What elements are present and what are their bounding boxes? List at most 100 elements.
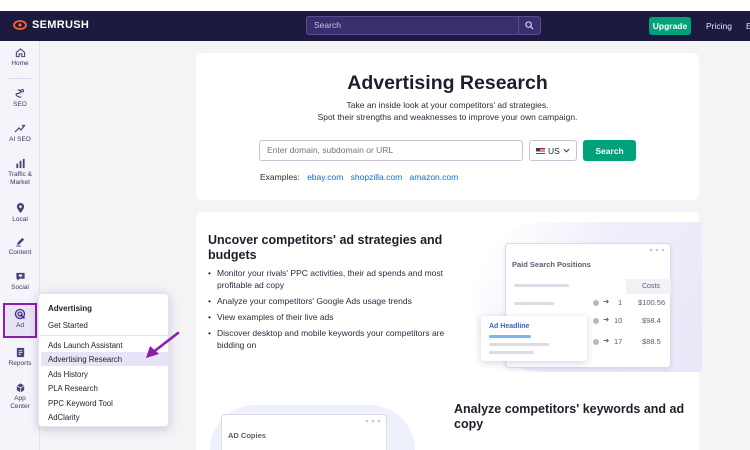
rank-arrow: ➜	[603, 315, 610, 324]
global-search-placeholder: Search	[314, 20, 341, 30]
rank-arrow: ➜	[603, 297, 610, 306]
flyout-item-ppc-keyword-tool[interactable]: PPC Keyword Tool	[41, 396, 168, 410]
window-dots-icon	[365, 419, 381, 423]
domain-input[interactable]	[267, 145, 517, 155]
sidebar-item-social[interactable]: Social	[0, 271, 40, 292]
example-link-ebay[interactable]: ebay.com	[307, 172, 343, 182]
app-center-icon	[16, 383, 24, 393]
sidebar-item-ad[interactable]: Ad	[0, 308, 40, 330]
feature-bullet-list: Monitor your rivals' PPC activities, the…	[208, 267, 458, 355]
placeholder-bar	[514, 302, 554, 305]
brand-logo[interactable]: SEMRUSH	[12, 19, 89, 31]
sidebar-item-label: AI SEO	[9, 136, 31, 143]
location-pin-icon	[16, 202, 24, 214]
page-title: Advertising Research	[347, 72, 548, 94]
bar-chart-icon	[15, 158, 25, 169]
cost-value: $100.56	[638, 298, 666, 307]
window-dots-icon	[649, 248, 665, 252]
seo-icon	[14, 88, 24, 98]
ai-sparkle-icon	[14, 124, 26, 133]
example-link-shopzilla[interactable]: shopzilla.com	[351, 172, 403, 182]
section-heading-strategies: Uncover competitors' ad strategies and b…	[208, 233, 443, 262]
sidebar-item-traffic-market[interactable]: Traffic & Market	[0, 158, 40, 187]
sidebar-item-label: Reports	[8, 360, 32, 367]
illustration-panel-title: Paid Search Positions	[512, 260, 591, 269]
flyout-item-adclarity[interactable]: AdClarity	[41, 410, 168, 424]
sidebar-item-label: App	[14, 395, 26, 402]
sidebar-item-label-line2: Market	[10, 179, 30, 186]
list-item: Discover desktop and mobile keywords you…	[208, 327, 458, 351]
sidebar-item-label: Traffic &	[8, 171, 32, 178]
cost-value: $88.5	[642, 337, 661, 346]
global-search-button[interactable]	[518, 17, 540, 34]
ad-copies-illustration: AD Copies	[221, 414, 387, 450]
target-cursor-icon	[14, 308, 26, 320]
sidebar-item-home[interactable]: Home	[0, 47, 40, 68]
sidebar-item-reports[interactable]: Reports	[0, 347, 40, 368]
rank-arrow: ➜	[603, 336, 610, 345]
placeholder-bar	[489, 343, 549, 346]
pen-icon	[15, 237, 24, 247]
pricing-link[interactable]: Pricing	[706, 21, 732, 31]
sidebar-item-content[interactable]: Content	[0, 236, 40, 257]
examples-label: Examples:	[260, 172, 300, 182]
advertising-flyout-menu: Advertising Get Started Ads Launch Assis…	[38, 293, 169, 427]
list-item: Analyze your competitors' Google Ads usa…	[208, 295, 458, 307]
rank-value: 10	[614, 316, 623, 325]
country-select[interactable]: US	[529, 140, 577, 161]
sidebar-divider	[9, 78, 31, 79]
semrush-flame-icon	[13, 20, 27, 30]
rank-value: 1	[618, 298, 623, 307]
sidebar-item-label-line2: Center	[10, 403, 30, 410]
top-navigation-bar: SEMRUSH Search Upgrade Pricing E	[0, 11, 750, 41]
rank-dot	[593, 339, 599, 345]
list-item: Monitor your rivals' PPC activities, the…	[208, 267, 458, 291]
domain-input-field[interactable]	[259, 140, 523, 161]
list-item: View examples of their live ads	[208, 311, 458, 323]
search-button[interactable]: Search	[583, 140, 636, 161]
costs-column-header: Costs	[626, 279, 671, 294]
ad-copies-title: AD Copies	[228, 431, 266, 440]
country-select-value: US	[548, 145, 560, 156]
global-search[interactable]: Search	[306, 16, 541, 35]
heart-chat-icon	[15, 272, 25, 281]
sidebar-item-label: SEO	[13, 101, 27, 108]
sidebar-item-label: Home	[11, 60, 29, 67]
sidebar-item-seo[interactable]: SEO	[0, 88, 40, 109]
sidebar-item-label: Social	[11, 284, 29, 291]
cost-value: $98.4	[642, 316, 661, 325]
pointer-arrow-icon	[146, 331, 180, 358]
examples-line: Examples: ebay.com shopzilla.com amazon.…	[260, 172, 458, 182]
sidebar-item-app-center[interactable]: App Center	[0, 382, 40, 411]
rank-dot	[593, 318, 599, 324]
upgrade-button[interactable]: Upgrade	[649, 17, 691, 35]
rank-dot	[593, 300, 599, 306]
placeholder-bar	[514, 284, 569, 287]
home-icon	[15, 48, 25, 58]
placeholder-bar	[489, 335, 531, 338]
section-heading-keywords: Analyze competitors' keywords and ad cop…	[454, 402, 685, 431]
sidebar-item-local[interactable]: Local	[0, 202, 40, 224]
page-subtitle-line1: Take an inside look at your competitors'…	[346, 100, 549, 110]
placeholder-bar	[489, 351, 534, 354]
search-icon	[525, 21, 534, 30]
sidebar: Home SEO AI SEO Traffic & Market Local C…	[0, 41, 40, 450]
sidebar-item-ai-seo[interactable]: AI SEO	[0, 123, 40, 144]
flyout-item-pla-research[interactable]: PLA Research	[41, 381, 168, 395]
chevron-down-icon	[563, 148, 570, 153]
sidebar-item-label: Content	[8, 249, 32, 256]
us-flag-icon	[536, 147, 545, 154]
ad-headline-card-illustration: Ad Headline	[481, 316, 587, 361]
app-frame: SEMRUSH Search Upgrade Pricing E Home SE…	[0, 0, 750, 450]
ad-headline-label: Ad Headline	[489, 323, 530, 330]
flyout-title: Advertising	[48, 304, 93, 313]
flyout-item-ads-history[interactable]: Ads History	[41, 367, 168, 381]
brand-name: SEMRUSH	[32, 19, 90, 31]
example-link-amazon[interactable]: amazon.com	[410, 172, 459, 182]
report-icon	[16, 347, 24, 358]
sidebar-item-label: Ad	[16, 322, 24, 329]
topbar-more-link[interactable]: E	[746, 21, 750, 31]
sidebar-item-label: Local	[12, 216, 28, 223]
page-subtitle-line2: Spot their strengths and weaknesses to i…	[317, 112, 578, 122]
rank-value: 17	[614, 337, 623, 346]
